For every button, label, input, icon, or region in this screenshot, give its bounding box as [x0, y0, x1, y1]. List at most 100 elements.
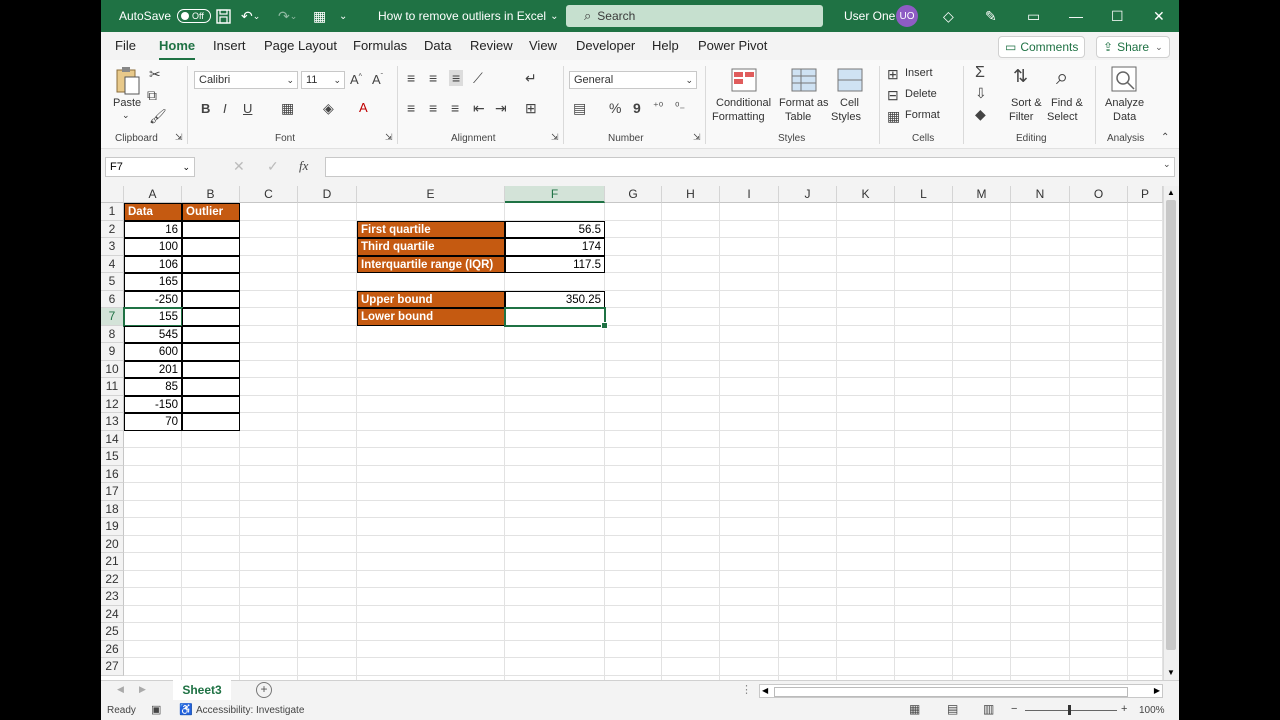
- next-sheet-icon[interactable]: ▶: [139, 684, 146, 695]
- row-header-27[interactable]: 27: [101, 658, 124, 676]
- row-header-10[interactable]: 10: [101, 360, 124, 378]
- comments-button[interactable]: ▭ Comments: [998, 36, 1086, 58]
- sort-filter-label-2[interactable]: Filter: [1009, 111, 1033, 123]
- row-header-21[interactable]: 21: [101, 553, 124, 571]
- column-header-l[interactable]: L: [895, 186, 953, 203]
- outlier-cell[interactable]: [182, 413, 240, 431]
- delete-cells-button[interactable]: Delete: [905, 88, 937, 100]
- page-layout-view-icon[interactable]: ▤: [947, 702, 958, 716]
- collapse-ribbon-icon[interactable]: ⌃: [1161, 132, 1169, 143]
- column-header-d[interactable]: D: [298, 186, 357, 203]
- data-cell[interactable]: 155: [123, 307, 183, 327]
- percent-style-button[interactable]: %: [609, 100, 621, 116]
- column-header-m[interactable]: M: [953, 186, 1011, 203]
- third-quartile-value[interactable]: 174: [505, 238, 605, 256]
- conditional-formatting-label[interactable]: Conditional: [716, 97, 771, 109]
- column-header-j[interactable]: J: [779, 186, 837, 203]
- row-header-13[interactable]: 13: [101, 413, 124, 431]
- delete-cells-icon[interactable]: ⊟: [887, 87, 899, 104]
- column-header-e[interactable]: E: [357, 186, 505, 203]
- macro-icon[interactable]: ▣: [151, 703, 161, 716]
- data-cell[interactable]: 106: [124, 255, 182, 273]
- cell-styles-label[interactable]: Cell: [840, 97, 859, 109]
- column-header-k[interactable]: K: [837, 186, 895, 203]
- iqr-label[interactable]: Interquartile range (IQR): [357, 255, 505, 273]
- maximize-icon[interactable]: ☐: [1111, 0, 1124, 32]
- analyze-data-label[interactable]: Analyze: [1105, 97, 1144, 109]
- redo-icon[interactable]: ↷ ⌄: [278, 0, 297, 32]
- autosave-toggle[interactable]: Off: [177, 9, 212, 23]
- data-cell[interactable]: 600: [124, 343, 182, 361]
- decrease-indent-icon[interactable]: ⇤: [473, 100, 485, 117]
- formula-input[interactable]: [325, 157, 1175, 177]
- increase-decimal-icon[interactable]: ⁺⁰: [653, 100, 663, 113]
- row-header-17[interactable]: 17: [101, 483, 124, 501]
- row-header-25[interactable]: 25: [101, 623, 124, 641]
- row-header-15[interactable]: 15: [101, 448, 124, 466]
- outlier-cell[interactable]: [182, 395, 240, 413]
- tab-developer[interactable]: Developer: [576, 38, 635, 53]
- format-cells-button[interactable]: Format: [905, 109, 940, 121]
- conditional-formatting-icon[interactable]: [731, 68, 757, 95]
- data-cell[interactable]: 100: [124, 238, 182, 256]
- row-header-19[interactable]: 19: [101, 518, 124, 536]
- data-cell[interactable]: -150: [124, 395, 182, 413]
- bold-button[interactable]: B: [201, 101, 210, 116]
- format-as-table-label[interactable]: Format as: [779, 97, 829, 109]
- insert-cells-button[interactable]: Insert: [905, 67, 933, 79]
- align-top-icon[interactable]: ≡: [407, 70, 415, 86]
- column-header-b[interactable]: B: [182, 186, 240, 203]
- row-header-18[interactable]: 18: [101, 500, 124, 518]
- data-cell[interactable]: 85: [124, 378, 182, 396]
- zoom-level[interactable]: 100%: [1139, 705, 1165, 716]
- comma-style-button[interactable]: 9: [633, 100, 641, 116]
- increase-font-icon[interactable]: A^: [350, 72, 362, 87]
- expand-formula-icon[interactable]: ⌄: [1163, 159, 1171, 170]
- row-header-23[interactable]: 23: [101, 588, 124, 606]
- header-data[interactable]: Data: [124, 203, 182, 221]
- sheet-tab-active[interactable]: Sheet3: [173, 680, 231, 702]
- upper-bound-value[interactable]: 350.25: [505, 290, 605, 308]
- third-quartile-label[interactable]: Third quartile: [357, 238, 505, 256]
- format-as-table-icon[interactable]: [791, 68, 817, 95]
- format-painter-icon[interactable]: 🖌: [149, 108, 167, 125]
- tab-view[interactable]: View: [529, 38, 557, 53]
- lower-bound-value[interactable]: [504, 307, 606, 327]
- column-header-f[interactable]: F: [505, 186, 605, 203]
- tab-home[interactable]: Home: [159, 38, 195, 53]
- vertical-scrollbar[interactable]: ▲ ▼: [1163, 186, 1179, 680]
- column-header-n[interactable]: N: [1011, 186, 1070, 203]
- accessibility-status[interactable]: Accessibility: Investigate: [196, 705, 304, 716]
- row-header-14[interactable]: 14: [101, 430, 124, 448]
- data-cell[interactable]: 70: [124, 413, 182, 431]
- row-header-26[interactable]: 26: [101, 640, 124, 658]
- data-cell[interactable]: 545: [124, 325, 182, 343]
- accessibility-icon[interactable]: ♿: [179, 703, 193, 716]
- column-header-p[interactable]: P: [1128, 186, 1163, 203]
- row-header-1[interactable]: 1: [101, 203, 124, 221]
- upper-bound-label[interactable]: Upper bound: [357, 290, 505, 308]
- find-select-icon[interactable]: ⌕: [1056, 64, 1068, 90]
- save-icon[interactable]: [216, 0, 231, 32]
- row-header-11[interactable]: 11: [101, 378, 124, 396]
- iqr-value[interactable]: 117.5: [505, 255, 605, 273]
- tab-file[interactable]: File: [115, 38, 136, 53]
- tab-formulas[interactable]: Formulas: [353, 38, 407, 53]
- tab-page-layout[interactable]: Page Layout: [264, 38, 337, 53]
- row-header-12[interactable]: 12: [101, 395, 124, 413]
- outlier-cell[interactable]: [182, 378, 240, 396]
- form-icon[interactable]: ▦: [313, 0, 326, 32]
- wrap-text-icon[interactable]: ↵: [525, 70, 537, 87]
- tab-insert[interactable]: Insert: [213, 38, 246, 53]
- merge-center-icon[interactable]: ⊞: [525, 100, 537, 117]
- fill-icon[interactable]: ⇩: [975, 85, 987, 102]
- row-header-2[interactable]: 2: [101, 220, 124, 238]
- align-center-icon[interactable]: ≡: [429, 100, 437, 116]
- column-header-h[interactable]: H: [662, 186, 720, 203]
- borders-icon[interactable]: ▦: [281, 100, 294, 117]
- outlier-cell[interactable]: [182, 360, 240, 378]
- select-all-corner[interactable]: [101, 186, 124, 203]
- insert-cells-icon[interactable]: ⊞: [887, 66, 899, 83]
- zoom-out-icon[interactable]: −: [1011, 703, 1017, 715]
- sort-filter-icon[interactable]: ⇅: [1013, 66, 1028, 87]
